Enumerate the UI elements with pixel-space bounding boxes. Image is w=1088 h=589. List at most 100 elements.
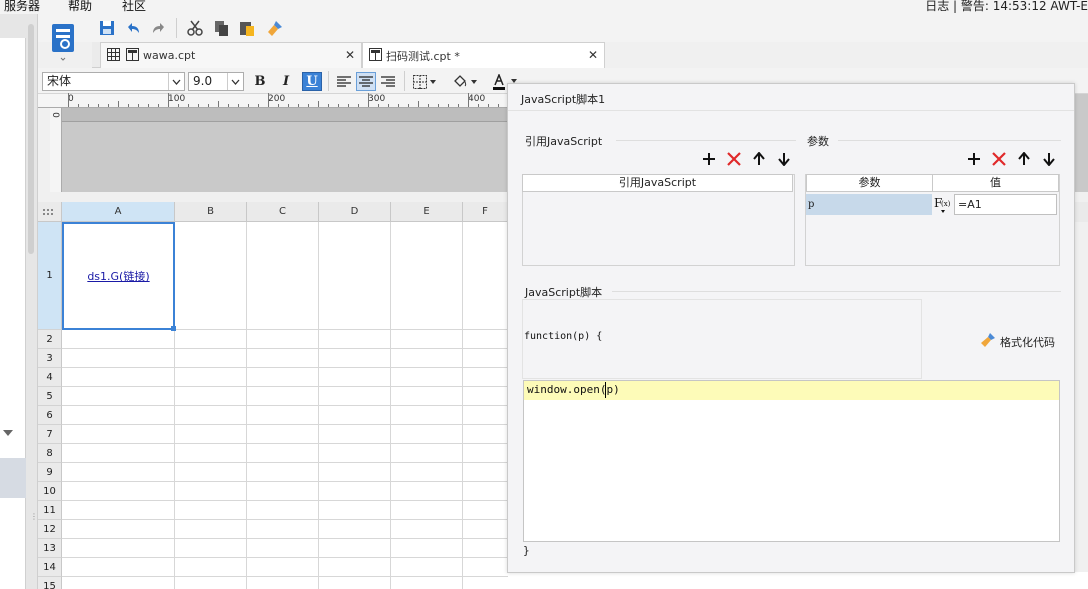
- row-header-5[interactable]: 5: [38, 387, 62, 406]
- border-icon[interactable]: [410, 72, 440, 91]
- cell-a1-text: ds1.G(链接): [87, 270, 150, 283]
- undo-icon[interactable]: [122, 17, 144, 39]
- ruler-band: [62, 108, 508, 122]
- status-text: 日志 | 警告: 14:53:12 AWT-E: [925, 0, 1088, 13]
- font-family-value: 宋体: [47, 74, 72, 88]
- fill-handle[interactable]: [171, 326, 176, 331]
- font-family-select[interactable]: 宋体: [42, 72, 185, 91]
- align-center-icon[interactable]: [356, 72, 376, 91]
- row-header-15[interactable]: 15: [38, 577, 62, 589]
- paste-icon[interactable]: [236, 17, 258, 39]
- code-editor[interactable]: window.open(p): [523, 380, 1060, 542]
- column-header-c[interactable]: C: [247, 202, 319, 222]
- menu-server[interactable]: 服务器: [4, 0, 40, 14]
- font-size-select[interactable]: 9.0: [188, 72, 244, 91]
- align-right-icon[interactable]: [378, 72, 398, 91]
- row-header-3[interactable]: 3: [38, 349, 62, 368]
- align-left-icon[interactable]: [334, 72, 354, 91]
- param-move-up-icon[interactable]: [1015, 150, 1033, 168]
- tab-label: 扫码测试.cpt *: [386, 49, 460, 63]
- broom-icon: [980, 332, 996, 351]
- tab-saoma[interactable]: 扫码测试.cpt * ✕: [362, 42, 605, 68]
- collapse-arrow-icon[interactable]: [3, 430, 13, 436]
- javascript-dialog: JavaScript脚本1 引用JavaScript 引用JavaScript …: [507, 83, 1075, 573]
- ruler-right-strip: [1074, 94, 1088, 192]
- horizontal-ruler: 0 100 200 300 400: [38, 93, 508, 108]
- cell-a1[interactable]: ds1.G(链接): [62, 222, 176, 331]
- format-code-label: 格式化代码: [1000, 335, 1055, 349]
- row-header-7[interactable]: 7: [38, 425, 62, 444]
- svg-text:(x): (x): [941, 200, 951, 208]
- left-selected-item[interactable]: [0, 458, 26, 498]
- column-header-f[interactable]: F: [463, 202, 508, 222]
- save-icon[interactable]: [96, 17, 118, 39]
- add-param-icon[interactable]: [965, 150, 983, 168]
- param-value-input[interactable]: =A1: [954, 194, 1057, 215]
- grid-icon: [107, 47, 120, 64]
- close-icon[interactable]: ✕: [345, 48, 355, 62]
- row-header-10[interactable]: 10: [38, 482, 62, 501]
- ref-table-header: 引用JavaScript: [522, 174, 793, 192]
- format-code-button[interactable]: 格式化代码: [980, 332, 1055, 351]
- menu-community[interactable]: 社区: [122, 0, 146, 14]
- param-name-cell[interactable]: p: [806, 194, 932, 215]
- menu-help[interactable]: 帮助: [68, 0, 92, 14]
- move-up-icon[interactable]: [750, 150, 768, 168]
- left-panel: ⋮: [0, 14, 38, 589]
- tab-label: wawa.cpt: [143, 49, 196, 62]
- param-header-value: 值: [932, 174, 1059, 192]
- column-header-e[interactable]: E: [391, 202, 463, 222]
- chevron-down-icon[interactable]: [227, 73, 243, 90]
- ruler-mark: 200: [268, 94, 286, 104]
- main-toolbar: [38, 14, 1088, 42]
- template-icon[interactable]: [50, 22, 76, 62]
- script-section-title: JavaScript脚本: [525, 286, 603, 299]
- ruler-mark: 100: [168, 94, 186, 104]
- row-header-8[interactable]: 8: [38, 444, 62, 463]
- tab-bar: wawa.cpt ✕ 扫码测试.cpt * ✕: [92, 42, 605, 68]
- copy-icon[interactable]: [210, 17, 232, 39]
- left-scrollbar[interactable]: [28, 24, 34, 254]
- left-tree-area[interactable]: [0, 38, 26, 589]
- select-all-corner[interactable]: [38, 202, 62, 222]
- ruler-zero: 0: [49, 112, 60, 118]
- row-header-12[interactable]: 12: [38, 520, 62, 539]
- italic-button[interactable]: I: [276, 72, 296, 91]
- formula-icon[interactable]: F (x): [932, 194, 954, 215]
- format-painter-icon[interactable]: [264, 17, 286, 39]
- delete-icon[interactable]: [725, 150, 743, 168]
- add-icon[interactable]: [700, 150, 718, 168]
- underline-button[interactable]: U: [302, 72, 322, 91]
- redo-icon[interactable]: [148, 17, 170, 39]
- chevron-down-icon[interactable]: [168, 73, 184, 90]
- cut-icon[interactable]: [184, 17, 206, 39]
- row-header-2[interactable]: 2: [38, 330, 62, 349]
- row-header-11[interactable]: 11: [38, 501, 62, 520]
- param-row[interactable]: p F (x) =A1: [806, 194, 1059, 215]
- ruler-mark: 300: [368, 94, 386, 104]
- column-header-a[interactable]: A: [62, 202, 175, 222]
- row-header-9[interactable]: 9: [38, 463, 62, 482]
- row-header-1[interactable]: 1: [38, 222, 62, 330]
- row-header-14[interactable]: 14: [38, 558, 62, 577]
- param-section-title: 参数: [807, 135, 829, 148]
- param-move-down-icon[interactable]: [1040, 150, 1058, 168]
- report-icon: [126, 47, 139, 64]
- row-header-6[interactable]: 6: [38, 406, 62, 425]
- delete-param-icon[interactable]: [990, 150, 1008, 168]
- column-header-d[interactable]: D: [319, 202, 391, 222]
- report-icon: [369, 47, 382, 64]
- tab-wawa[interactable]: wawa.cpt ✕: [100, 42, 362, 68]
- vertical-ruler: 0: [50, 108, 62, 192]
- param-header-name: 参数: [806, 174, 933, 192]
- fill-color-icon[interactable]: [450, 72, 480, 91]
- ruler-mark: 400: [468, 94, 486, 104]
- bold-button[interactable]: B: [250, 72, 270, 91]
- text-cursor: [605, 382, 606, 398]
- splitter-handle[interactable]: ⋮: [30, 512, 38, 521]
- row-header-4[interactable]: 4: [38, 368, 62, 387]
- move-down-icon[interactable]: [775, 150, 793, 168]
- close-icon[interactable]: ✕: [588, 48, 598, 62]
- column-header-b[interactable]: B: [175, 202, 247, 222]
- row-header-13[interactable]: 13: [38, 539, 62, 558]
